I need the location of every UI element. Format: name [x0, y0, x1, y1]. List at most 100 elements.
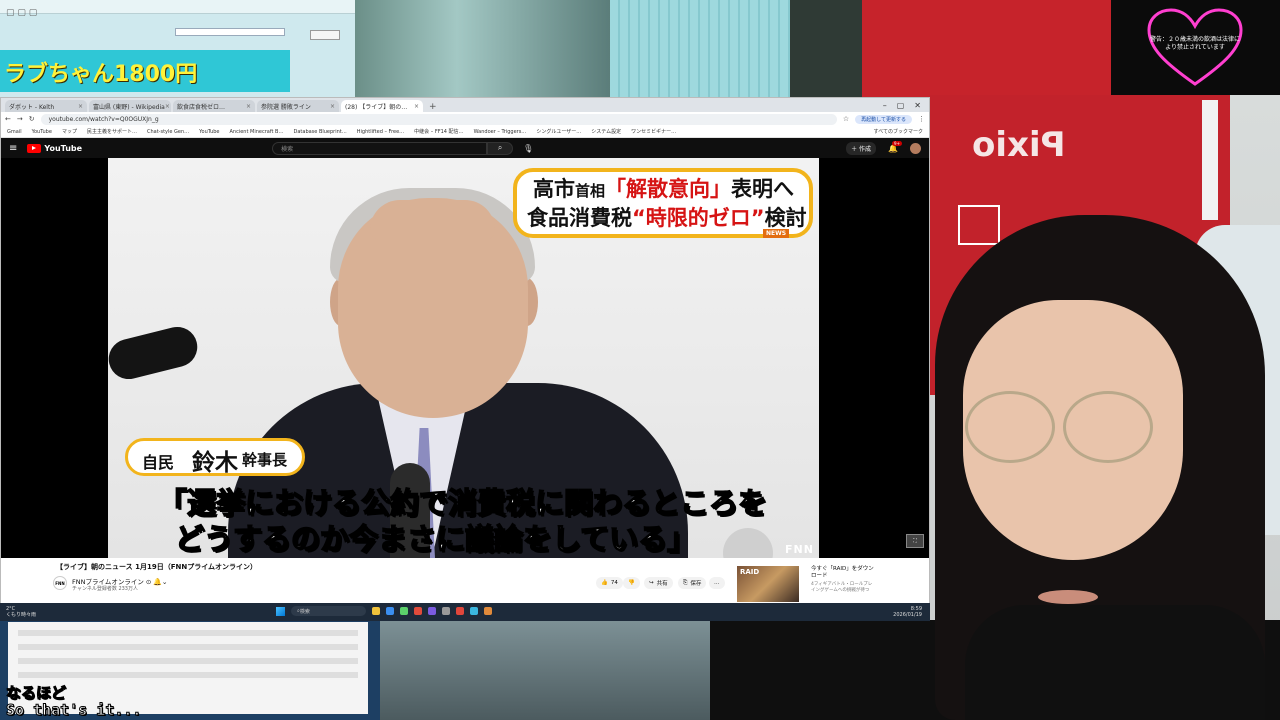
bookmark-item[interactable]: システム設定: [591, 128, 621, 135]
search-icon[interactable]: ⌕: [487, 141, 514, 155]
headline-text-red: 「解散意向」: [605, 177, 732, 201]
background-red-box-top: [862, 0, 1112, 100]
video-player[interactable]: 高市首相「解散意向」表明へ 食品消費税“時限的ゼロ”検討 NEWS 自民 鈴木 …: [1, 158, 929, 558]
back-icon[interactable]: ←: [5, 115, 11, 123]
bookmark-item[interactable]: Database Blueprint…: [294, 129, 347, 135]
tab-3[interactable]: 飲食店食税ゼロ… ×: [173, 100, 255, 112]
headline-text: 高市: [533, 177, 575, 201]
file-explorer-icon[interactable]: [372, 607, 380, 615]
address-bar[interactable]: youtube.com/watch?v=Q0OGUXJn_g: [40, 113, 837, 125]
tab-2[interactable]: 富山県 (東野) - Wikipedia ×: [89, 100, 171, 112]
close-icon[interactable]: ×: [165, 103, 170, 110]
minimize-icon[interactable]: –: [883, 101, 887, 110]
create-button[interactable]: ＋ 作成: [846, 141, 877, 155]
youtube-logo-text: YouTube: [44, 143, 83, 153]
notifications-bell-icon[interactable]: 🔔 9+: [888, 140, 902, 153]
bookmark-item[interactable]: 中継会 – FF14 配信…: [414, 128, 463, 135]
box-logo-mirrored: Pixio: [972, 125, 1066, 165]
bookmark-item[interactable]: Gmail: [7, 129, 22, 135]
save-button[interactable]: ⎘ 保存: [678, 577, 707, 589]
edge-icon[interactable]: [386, 607, 394, 615]
news-headline-banner: 高市首相「解散意向」表明へ 食品消費税“時限的ゼロ”検討 NEWS: [513, 168, 813, 238]
tab-label: (28) 【ライブ】朝の…: [345, 103, 408, 111]
fullscreen-icon[interactable]: ⛶: [906, 534, 924, 548]
bookmark-item[interactable]: ワンセミビギナー…: [631, 128, 676, 135]
speaker-name: 鈴木: [192, 450, 238, 476]
system-tray[interactable]: 8:59 2026/01/19: [893, 606, 922, 618]
bookmarks-bar: Gmail YouTube マップ 民主主義をサポート… Chat-style …: [1, 126, 929, 138]
address-row: ← → ↻ youtube.com/watch?v=Q0OGUXJn_g ☆ 再…: [1, 112, 929, 126]
bookmark-item[interactable]: 民主主義をサポート…: [87, 128, 137, 135]
update-button[interactable]: 再起動して更新する: [855, 114, 912, 124]
recommended-title[interactable]: 今すぐ「RAID」をダウンロード: [811, 566, 875, 580]
bookmark-item[interactable]: マップ: [62, 128, 77, 135]
windows-start-icon[interactable]: [276, 606, 285, 616]
microphone-icon[interactable]: 🎙: [523, 144, 533, 153]
tab-label: 参院選 勝敗ライン: [261, 103, 311, 111]
weather-widget[interactable]: 2°C くもり時々雨: [0, 606, 36, 618]
bookmark-item[interactable]: Ancient Minecraft B…: [230, 129, 284, 135]
bookmark-item[interactable]: シングルユーザー…: [536, 128, 581, 135]
close-window-icon[interactable]: ✕: [914, 101, 921, 110]
background-desk: [380, 620, 710, 720]
bookmark-item[interactable]: YouTube: [32, 129, 52, 135]
more-actions-button[interactable]: …: [709, 577, 725, 589]
bookmark-item[interactable]: Wandoer – Triggers…: [474, 129, 527, 135]
obs-icon[interactable]: [456, 607, 464, 615]
search-placeholder: 検索: [281, 145, 294, 153]
youtube-logo[interactable]: YouTube: [27, 143, 83, 153]
recommended-thumbnail[interactable]: RAID: [737, 566, 799, 602]
hamburger-menu-icon[interactable]: ≡: [9, 143, 17, 154]
bookmark-star-icon[interactable]: ☆: [843, 115, 849, 123]
taskbar-search[interactable]: ⌕ 検索: [291, 606, 366, 616]
chrome-icon[interactable]: [414, 607, 422, 615]
menu-dots-icon[interactable]: ⋮: [918, 115, 925, 123]
close-icon[interactable]: ×: [78, 103, 83, 110]
thumbnail-text: RAID: [740, 568, 760, 576]
bookmark-item[interactable]: YouTube: [199, 129, 219, 135]
background-monitor: ▢ ▢ ▢ ラブちゃん1800円: [0, 0, 355, 100]
tab-4[interactable]: 参院選 勝敗ライン ×: [257, 100, 339, 112]
discord-icon[interactable]: [428, 607, 436, 615]
background-banner-text: ラブちゃん1800円: [4, 62, 198, 87]
speaker-role: 幹事長: [242, 451, 288, 469]
steam-icon[interactable]: [442, 607, 450, 615]
bookmark-item[interactable]: Chat-style Gen…: [147, 129, 189, 135]
channel-avatar[interactable]: FNN: [53, 576, 67, 590]
background-plants: [355, 0, 610, 100]
account-avatar[interactable]: [910, 142, 921, 154]
recommended-video[interactable]: RAID 今すぐ「RAID」をダウンロード 4フィギアバトル・ロールプレイングゲ…: [737, 566, 927, 606]
new-tab-button[interactable]: +: [425, 102, 441, 112]
close-icon[interactable]: ×: [330, 103, 335, 110]
forward-icon[interactable]: →: [17, 115, 23, 123]
all-bookmarks-folder[interactable]: すべてのブックマーク: [874, 128, 923, 135]
app-icon[interactable]: [470, 607, 478, 615]
maximize-icon[interactable]: ▢: [897, 101, 905, 110]
reload-icon[interactable]: ↻: [29, 115, 35, 123]
streamer-webcam: [935, 215, 1280, 720]
close-icon[interactable]: ×: [414, 103, 419, 110]
youtube-search-input[interactable]: 検索: [272, 141, 488, 155]
like-button[interactable]: 👍 74: [596, 577, 623, 589]
tab-1[interactable]: ダボット - Kelth ×: [5, 100, 87, 112]
subscription-bell-icon[interactable]: 🔔⌄: [153, 578, 168, 586]
caption-english: So that's it...: [5, 701, 142, 720]
tab-5-active[interactable]: (28) 【ライブ】朝の… ×: [341, 100, 423, 112]
app-icon[interactable]: [484, 607, 492, 615]
bookmark-item[interactable]: Hightlifted – Free…: [357, 129, 404, 135]
headline-text: 首相: [575, 182, 606, 200]
dislike-button[interactable]: 👎: [623, 577, 640, 589]
store-icon[interactable]: [400, 607, 408, 615]
taskbar-apps: ⌕ 検索: [276, 606, 492, 616]
video-frame[interactable]: 高市首相「解散意向」表明へ 食品消費税“時限的ゼロ”検討 NEWS 自民 鈴木 …: [108, 158, 819, 558]
close-icon[interactable]: ×: [246, 103, 251, 110]
tab-label: 富山県 (東野) - Wikipedia: [93, 103, 165, 111]
background-curtain: [610, 0, 790, 100]
share-icon: ↪: [649, 580, 654, 586]
headline-line-2: 食品消費税“時限的ゼロ”検討: [527, 202, 807, 232]
video-title: 【ライブ】朝のニュース 1月19日（FNNプライムオンライン）: [56, 563, 258, 571]
streamer-mouth: [1038, 590, 1098, 604]
stream-scene: ▢ ▢ ▢ ラブちゃん1800円 Pixio 警告：２０歳未満の飲酒は法律により…: [0, 0, 1280, 720]
headline-text: 表明へ: [731, 177, 795, 201]
share-button[interactable]: ↪ 共有: [644, 577, 673, 589]
